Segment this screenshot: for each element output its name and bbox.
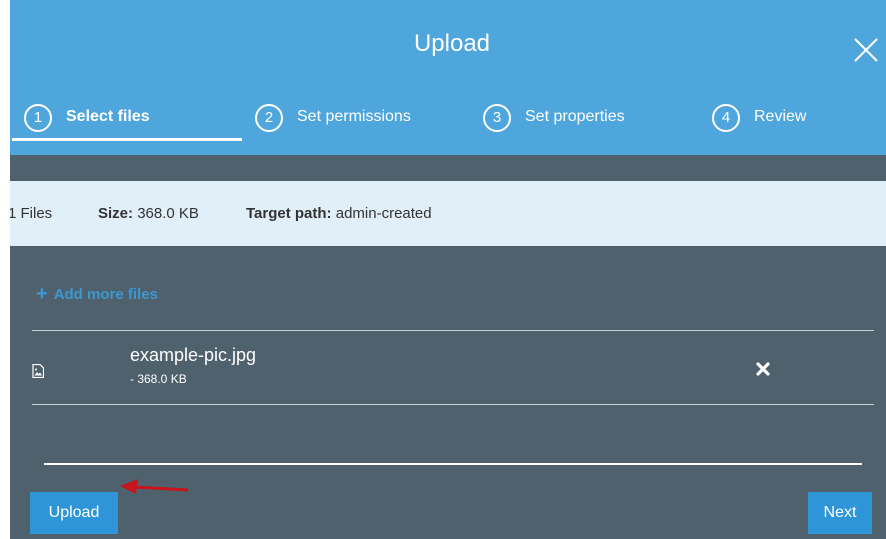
active-step-indicator: [12, 138, 242, 141]
dialog-title: Upload: [413, 30, 491, 57]
size-label: Size:: [98, 205, 134, 222]
upload-summary-bar: 1 Files Size: 368.0 KB Target path: admi…: [10, 181, 886, 246]
remove-icon[interactable]: [756, 362, 770, 376]
next-button[interactable]: Next: [808, 492, 872, 534]
total-size: Size: 368.0 KB: [98, 205, 199, 222]
files-count: 1 Files: [10, 205, 53, 222]
target-path-value: admin-created: [335, 205, 432, 222]
step-set-properties[interactable]: 3 Set properties: [483, 100, 625, 140]
file-size: - 368.0 KB: [130, 372, 187, 386]
target-path-label: Target path:: [246, 205, 332, 222]
file-list-divider-top: [32, 330, 874, 331]
step-label: Set permissions: [297, 108, 411, 125]
step-number-badge: 1: [24, 104, 52, 132]
step-select-files[interactable]: 1 Select files: [24, 100, 150, 140]
step-number-badge: 4: [712, 104, 740, 132]
dialog-header: Upload 1 Select files 2 Set permissions …: [10, 0, 886, 155]
upload-progress-line: [44, 463, 862, 465]
step-label: Set properties: [525, 108, 625, 125]
step-set-permissions[interactable]: 2 Set permissions: [255, 100, 411, 140]
step-nav: 1 Select files 2 Set permissions 3 Set p…: [10, 100, 886, 140]
file-list-divider-bottom: [32, 404, 874, 405]
add-more-files-link[interactable]: + Add more files: [36, 283, 158, 306]
annotation-arrow-icon: [120, 479, 189, 494]
step-label: Select files: [66, 108, 150, 125]
plus-icon: +: [36, 283, 48, 305]
target-path: Target path: admin-created: [246, 205, 432, 222]
image-file-icon: [32, 364, 44, 378]
step-number-badge: 2: [255, 104, 283, 132]
step-label: Review: [754, 108, 807, 125]
file-name: example-pic.jpg: [130, 345, 257, 365]
add-more-files-label: Add more files: [53, 286, 158, 303]
step-number-badge: 3: [483, 104, 511, 132]
step-review[interactable]: 4 Review: [712, 100, 806, 140]
upload-button[interactable]: Upload: [30, 492, 118, 534]
close-icon[interactable]: [852, 36, 880, 64]
size-value: 368.0 KB: [137, 205, 199, 222]
upload-dialog: Upload 1 Select files 2 Set permissions …: [10, 0, 886, 539]
